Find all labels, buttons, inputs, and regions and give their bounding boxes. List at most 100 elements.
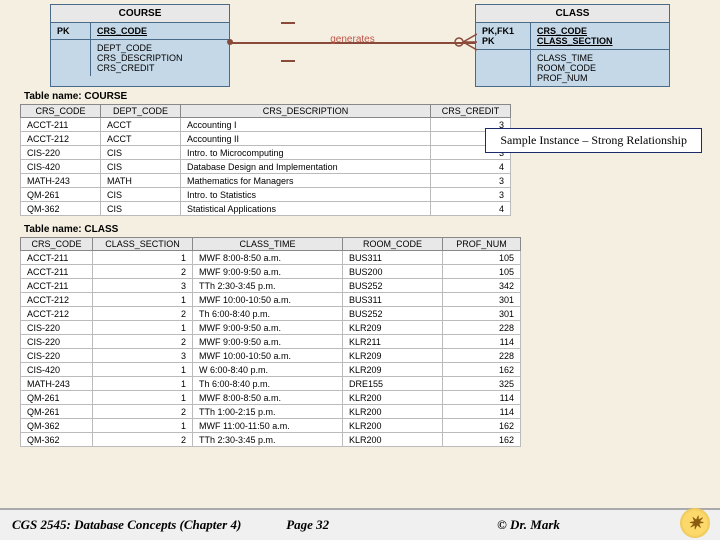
pk-label: PK: [482, 36, 524, 46]
class-table: CRS_CODECLASS_SECTIONCLASS_TIMEROOM_CODE…: [20, 237, 521, 447]
cell: Th 6:00-8:40 p.m.: [193, 307, 343, 321]
cell: 162: [443, 363, 521, 377]
cell: CIS-220: [21, 349, 93, 363]
table-row: ACCT-212ACCTAccounting II3: [21, 132, 511, 146]
column-header: ROOM_CODE: [343, 238, 443, 251]
cell: Th 6:00-8:40 p.m.: [193, 377, 343, 391]
pk-attrs: CRS_CODE CLASS_SECTION: [531, 23, 619, 49]
column-header: CRS_CODE: [21, 105, 101, 118]
cell: ACCT-212: [21, 293, 93, 307]
column-header: CRS_CODE: [21, 238, 93, 251]
pk-attr: CLASS_SECTION: [537, 36, 613, 46]
table-row: CIS-420CISDatabase Design and Implementa…: [21, 160, 511, 174]
cell: ACCT: [101, 118, 181, 132]
cell: 2: [93, 307, 193, 321]
table-label-course: Table name: COURSE: [0, 89, 720, 104]
cell: ACCT-212: [21, 132, 101, 146]
cell: 114: [443, 405, 521, 419]
cell: Intro. to Microcomputing: [181, 146, 431, 160]
attr: DEPT_CODE: [97, 43, 183, 53]
attr: PROF_NUM: [537, 73, 596, 83]
cell: MWF 9:00-9:50 a.m.: [193, 335, 343, 349]
footer-left: CGS 2545: Database Concepts (Chapter 4): [12, 517, 286, 533]
cell: 4: [431, 160, 511, 174]
cell: CIS: [101, 160, 181, 174]
cell: 3: [431, 188, 511, 202]
footer-right: © Dr. Mark: [497, 517, 708, 533]
pk-label: PK: [51, 23, 91, 39]
cell: 105: [443, 251, 521, 265]
cell: MWF 9:00-9:50 a.m.: [193, 265, 343, 279]
entity-course: COURSE PK CRS_CODE DEPT_CODE CRS_DESCRIP…: [50, 4, 230, 87]
column-header: CLASS_TIME: [193, 238, 343, 251]
cell: MATH-243: [21, 377, 93, 391]
entity-class: CLASS PK,FK1 PK CRS_CODE CLASS_SECTION C…: [475, 4, 670, 87]
cell: KLR211: [343, 335, 443, 349]
cell: ACCT-212: [21, 307, 93, 321]
cell: KLR200: [343, 391, 443, 405]
cell: 3: [93, 349, 193, 363]
cell: CIS-220: [21, 335, 93, 349]
cell: CIS-220: [21, 146, 101, 160]
crowfoot-icon: [453, 30, 477, 54]
cell: ACCT-211: [21, 279, 93, 293]
cell: 3: [431, 174, 511, 188]
pegasus-logo-icon: ✷: [680, 508, 710, 538]
cell: 2: [93, 405, 193, 419]
column-header: CLASS_SECTION: [93, 238, 193, 251]
table-row: QM-261CISIntro. to Statistics3: [21, 188, 511, 202]
entity-attrs: CLASS_TIME ROOM_CODE PROF_NUM: [531, 50, 602, 86]
table-row: QM-362CISStatistical Applications4: [21, 202, 511, 216]
cell: W 6:00-8:40 p.m.: [193, 363, 343, 377]
cell: Accounting II: [181, 132, 431, 146]
cell: 228: [443, 321, 521, 335]
table-row: ACCT-2122Th 6:00-8:40 p.m.BUS252301: [21, 307, 521, 321]
footer: CGS 2545: Database Concepts (Chapter 4) …: [0, 508, 720, 540]
cell: QM-261: [21, 405, 93, 419]
column-header: DEPT_CODE: [101, 105, 181, 118]
cell: 342: [443, 279, 521, 293]
cell: 228: [443, 349, 521, 363]
cell: ACCT-211: [21, 251, 93, 265]
cell: CIS: [101, 146, 181, 160]
table-row: ACCT-2111MWF 8:00-8:50 a.m.BUS311105: [21, 251, 521, 265]
pk-attr: CRS_CODE: [537, 26, 613, 36]
cell: 2: [93, 265, 193, 279]
attr: CLASS_TIME: [537, 53, 596, 63]
cell: CIS-220: [21, 321, 93, 335]
cell: MWF 10:00-10:50 a.m.: [193, 293, 343, 307]
cell: ACCT: [101, 132, 181, 146]
table-row: QM-2612TTh 1:00-2:15 p.m.KLR200114: [21, 405, 521, 419]
cell: 325: [443, 377, 521, 391]
relationship-label: generates: [322, 32, 382, 47]
cell: 1: [93, 293, 193, 307]
cell: QM-362: [21, 202, 101, 216]
relationship-line: generates: [230, 4, 475, 87]
cell: ACCT-211: [21, 265, 93, 279]
cell: Database Design and Implementation: [181, 160, 431, 174]
cell: 301: [443, 293, 521, 307]
cell: 4: [431, 202, 511, 216]
cell: 114: [443, 335, 521, 349]
table-row: ACCT-2113TTh 2:30-3:45 p.m.BUS252342: [21, 279, 521, 293]
cell: 301: [443, 307, 521, 321]
cell: KLR209: [343, 363, 443, 377]
cell: TTh 2:30-3:45 p.m.: [193, 433, 343, 447]
cell: BUS311: [343, 293, 443, 307]
cell: KLR200: [343, 433, 443, 447]
cell: Accounting I: [181, 118, 431, 132]
cell: 2: [93, 433, 193, 447]
pk-labels: PK,FK1 PK: [476, 23, 531, 49]
table-row: CIS-2202MWF 9:00-9:50 a.m.KLR211114: [21, 335, 521, 349]
cell: TTh 2:30-3:45 p.m.: [193, 279, 343, 293]
cell: MWF 8:00-8:50 a.m.: [193, 251, 343, 265]
cell: 1: [93, 251, 193, 265]
cell: 1: [93, 419, 193, 433]
callout-box: Sample Instance – Strong Relationship: [485, 128, 702, 153]
cell: TTh 1:00-2:15 p.m.: [193, 405, 343, 419]
table-row: CIS-2203MWF 10:00-10:50 a.m.KLR209228: [21, 349, 521, 363]
cell: 114: [443, 391, 521, 405]
attr: CRS_DESCRIPTION: [97, 53, 183, 63]
cell: MWF 9:00-9:50 a.m.: [193, 321, 343, 335]
cell: 1: [93, 321, 193, 335]
